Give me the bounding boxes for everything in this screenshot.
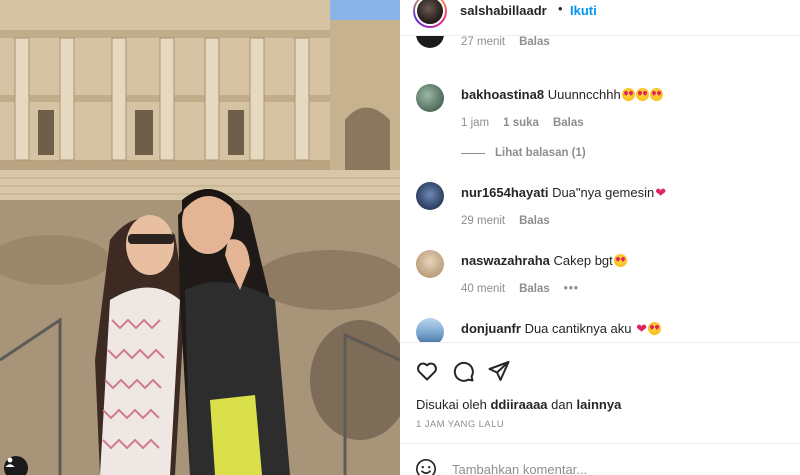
view-replies-button[interactable]: Lihat balasan (1) (461, 147, 586, 159)
commenter-username[interactable]: bakhoastina8 (461, 87, 544, 102)
reply-button[interactable]: Balas (519, 283, 550, 295)
post-side-panel: salshabillaadr • Ikuti 27 menit Balas ba… (400, 0, 800, 475)
view-replies-label: Lihat balasan (1) (495, 147, 586, 159)
heart-eyes-emoji-icon (648, 322, 662, 335)
heart-eyes-emoji-icon (613, 254, 627, 267)
more-options-icon[interactable]: ••• (564, 283, 579, 295)
comment-likes[interactable]: 1 suka (503, 117, 539, 129)
comment-meta: 29 menit Balas (461, 215, 550, 227)
header-separator: • (558, 1, 563, 16)
likes-and: dan (551, 397, 573, 412)
reply-button[interactable]: Balas (553, 117, 584, 129)
comment-time: 40 menit (461, 283, 506, 295)
author-avatar[interactable] (413, 0, 447, 28)
comment-bubble-icon[interactable] (451, 359, 475, 383)
comment-meta: 27 menit Balas (461, 36, 550, 48)
likes-others-link[interactable]: lainnya (577, 397, 622, 412)
comment-body: naswazahraha Cakep bgt (461, 253, 627, 268)
post-actions-bar (400, 342, 800, 390)
reply-button[interactable]: Balas (519, 36, 550, 48)
red-heart-emoji-icon: ❤ (655, 185, 667, 200)
person-icon (5, 457, 15, 467)
comment-time: 29 menit (461, 215, 506, 227)
commenter-avatar[interactable] (416, 182, 444, 210)
comment-body: nur1654hayati Dua"nya gemesin❤ (461, 185, 666, 201)
comment-meta: 40 menit Balas ••• (461, 283, 579, 295)
likes-prefix: Disukai oleh (416, 397, 487, 412)
comment-time: 27 menit (461, 36, 506, 48)
follow-button[interactable]: Ikuti (570, 3, 597, 18)
heart-eyes-emoji-icon (635, 88, 649, 101)
red-heart-emoji-icon: ❤ (636, 321, 648, 336)
comment-meta: 1 jam 1 suka Balas (461, 117, 584, 129)
tagged-user-icon[interactable] (4, 456, 28, 475)
photo-illustration (0, 0, 400, 475)
comment-body: bakhoastina8 Uuunncchhh (461, 87, 663, 102)
commenter-avatar[interactable] (416, 84, 444, 112)
comment-body: donjuanfr Dua cantiknya aku ❤ (461, 321, 662, 337)
comment-input[interactable] (452, 458, 752, 475)
comment-time: 1 jam (461, 117, 490, 129)
likes-user-link[interactable]: ddiiraaaa (490, 397, 547, 412)
post-timestamp: 1 JAM YANG LALU (416, 419, 505, 430)
heart-outline-icon[interactable] (415, 359, 439, 383)
heart-eyes-emoji-icon (649, 88, 663, 101)
heart-eyes-emoji-icon (621, 88, 635, 101)
comment-text: Cakep bgt (553, 253, 613, 268)
comment-text: Uuunncchhh (547, 87, 621, 102)
post-header: salshabillaadr • Ikuti (400, 0, 800, 36)
commenter-avatar[interactable] (416, 318, 444, 342)
commenter-username[interactable]: donjuanfr (461, 321, 521, 336)
commenter-avatar[interactable] (416, 36, 444, 48)
author-username[interactable]: salshabillaadr (460, 3, 547, 18)
reply-button[interactable]: Balas (519, 215, 550, 227)
commenter-username[interactable]: nur1654hayati (461, 185, 548, 200)
comments-list[interactable]: 27 menit Balas bakhoastina8 Uuunncchhh 1… (400, 36, 800, 342)
paper-plane-icon[interactable] (487, 359, 511, 383)
comment-composer (400, 443, 800, 475)
commenter-username[interactable]: naswazahraha (461, 253, 550, 268)
emoji-smile-icon[interactable] (415, 458, 437, 475)
comment-text: Dua"nya gemesin (552, 185, 655, 200)
replies-divider-line (461, 152, 485, 154)
commenter-avatar[interactable] (416, 250, 444, 278)
likes-summary: Disukai oleh ddiiraaaa dan lainnya (416, 397, 621, 412)
comment-text: Dua cantiknya aku (524, 321, 632, 336)
post-photo[interactable] (0, 0, 400, 475)
